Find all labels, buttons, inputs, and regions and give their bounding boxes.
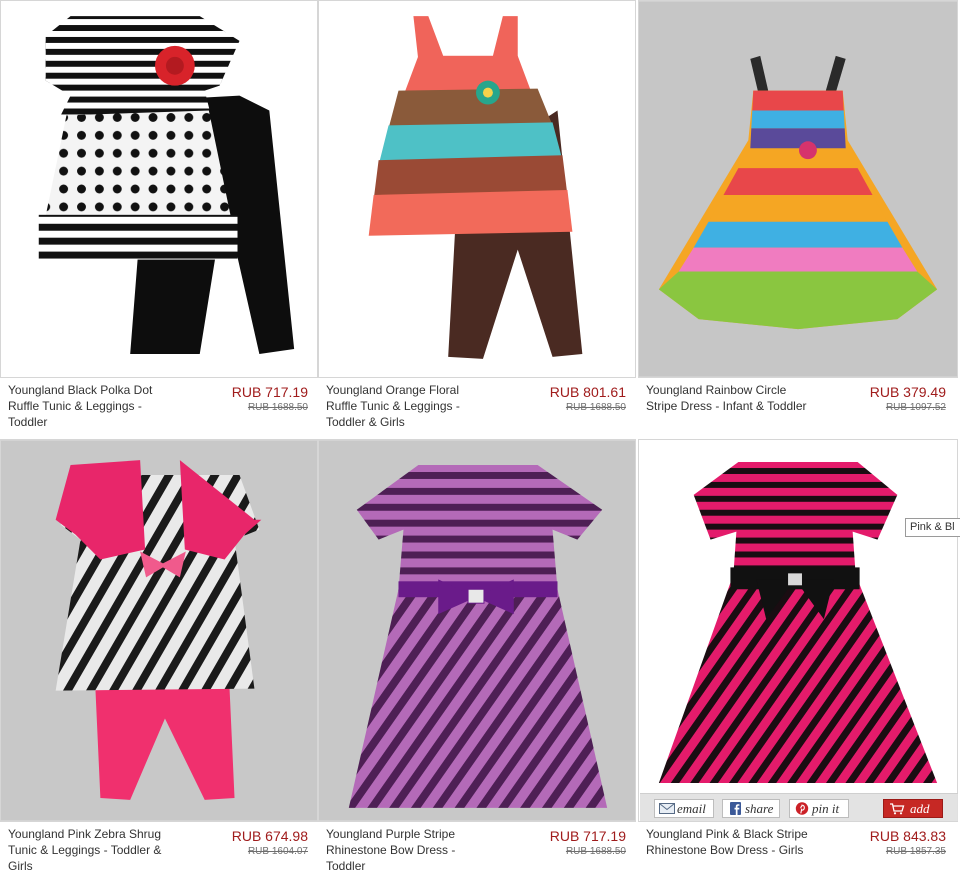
product-original-price: RUB 1688.50 [565, 846, 626, 857]
email-label: email [677, 801, 706, 816]
product-name[interactable]: Youngland Purple Stripe Rhinestone Bow D… [326, 826, 491, 874]
product-image-orange-floral-tunic[interactable] [318, 0, 636, 378]
product-card[interactable]: Youngland Orange Floral Ruffle Tunic & L… [318, 0, 636, 440]
product-original-price: RUB 1097.52 [885, 402, 946, 413]
email-button[interactable]: email [654, 799, 714, 818]
product-card[interactable]: Youngland Pink Zebra Shrug Tunic & Leggi… [0, 439, 318, 879]
product-card[interactable]: Youngland Purple Stripe Rhinestone Bow D… [318, 439, 636, 879]
product-name[interactable]: Youngland Black Polka Dot Ruffle Tunic &… [8, 382, 173, 430]
add-label: add [910, 801, 930, 816]
add-to-cart-button[interactable]: add [883, 799, 943, 818]
product-image-polka-dot-tunic[interactable] [0, 0, 318, 378]
product-price: RUB 717.19 [231, 384, 308, 400]
product-image-rainbow-dress[interactable] [638, 0, 958, 378]
facebook-icon [730, 802, 741, 815]
product-original-price: RUB 1688.50 [247, 402, 308, 413]
product-price: RUB 801.61 [549, 384, 626, 400]
product-price: RUB 717.19 [549, 828, 626, 844]
product-original-price: RUB 1688.50 [565, 402, 626, 413]
product-name[interactable]: Youngland Orange Floral Ruffle Tunic & L… [326, 382, 491, 430]
product-image-purple-stripe-dress[interactable] [318, 439, 636, 822]
product-card[interactable]: Youngland Black Polka Dot Ruffle Tunic &… [0, 0, 318, 440]
product-price: RUB 379.49 [869, 384, 946, 400]
cart-icon [890, 803, 905, 815]
pin-label: pin it [812, 801, 840, 816]
product-name[interactable]: Youngland Pink Zebra Shrug Tunic & Leggi… [8, 826, 173, 874]
envelope-icon [659, 803, 675, 814]
pinterest-button[interactable]: pin it [789, 799, 849, 818]
product-price: RUB 843.83 [869, 828, 946, 844]
product-share-bar: email share pin it add [640, 793, 958, 821]
pinterest-icon [795, 802, 809, 815]
product-name[interactable]: Youngland Rainbow Circle Stripe Dress - … [646, 382, 811, 414]
product-original-price: RUB 1857.35 [885, 846, 946, 857]
facebook-share-button[interactable]: share [722, 799, 780, 818]
product-card[interactable]: Youngland Rainbow Circle Stripe Dress - … [638, 0, 958, 440]
product-image-pink-black-stripe-dress[interactable] [638, 439, 958, 822]
product-name[interactable]: Youngland Pink & Black Stripe Rhinestone… [646, 826, 811, 858]
product-price: RUB 674.98 [231, 828, 308, 844]
product-original-price: RUB 1604.07 [247, 846, 308, 857]
product-name-tooltip: Pink & Bl [905, 518, 960, 537]
share-label: share [745, 801, 774, 816]
product-image-pink-zebra-tunic[interactable] [0, 439, 318, 822]
product-grid: Youngland Black Polka Dot Ruffle Tunic &… [0, 0, 960, 879]
